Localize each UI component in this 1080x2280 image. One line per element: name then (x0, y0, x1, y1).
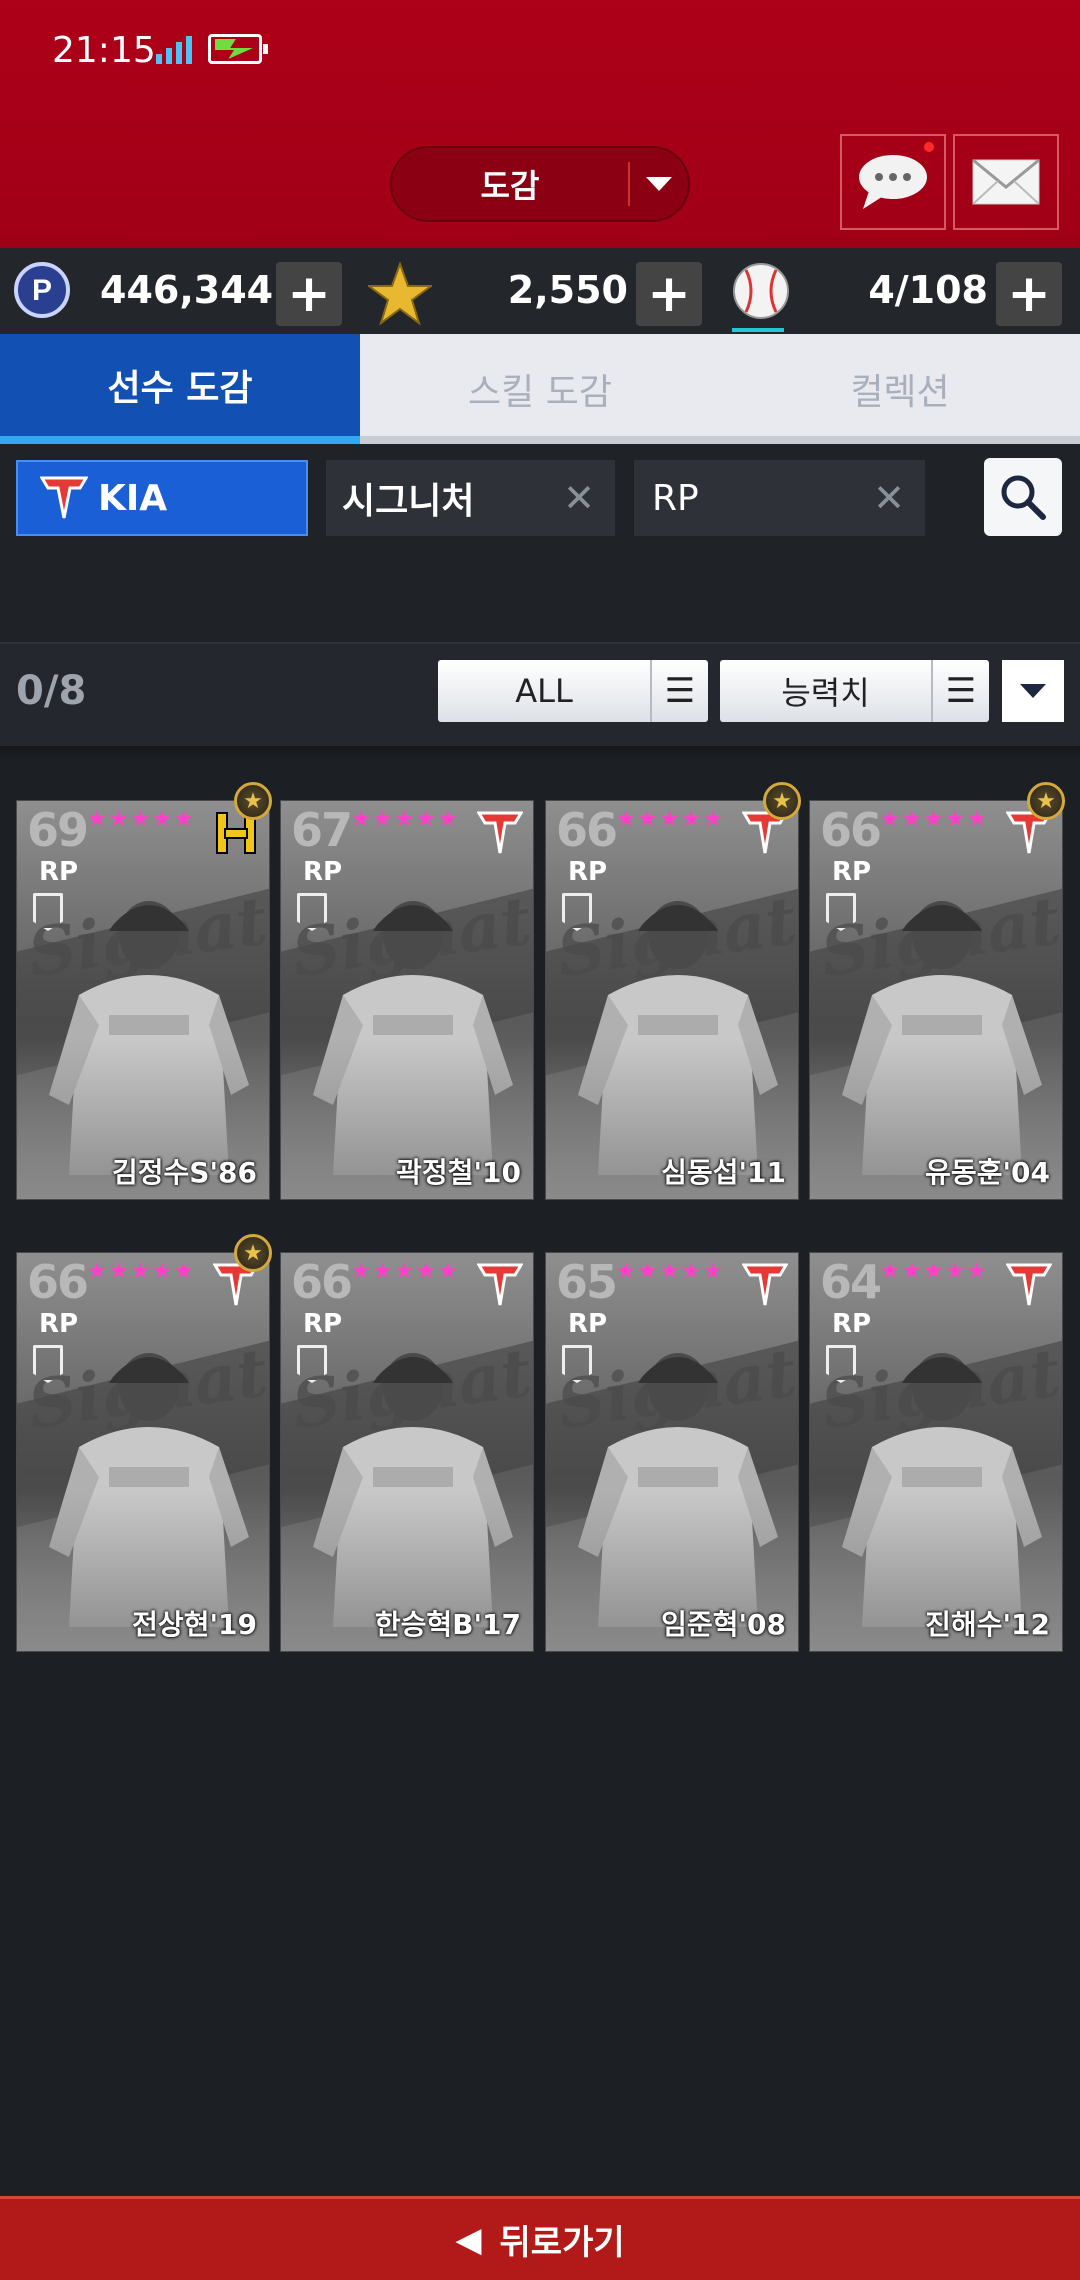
back-label: 뒤로가기 (499, 2223, 625, 2263)
card-position: RP (39, 1309, 79, 1339)
card-stars: ★★★★★ (351, 807, 460, 832)
card-stars: ★★★★★ (616, 1259, 725, 1284)
card-player-name: 진해수'12 (925, 1608, 1050, 1641)
tigers-logo-icon (1006, 1263, 1052, 1306)
card-position: RP (303, 1309, 343, 1339)
card-position: RP (568, 1309, 608, 1339)
gold-star-badge-icon: ★ (763, 782, 801, 820)
card-overall: 66 (820, 803, 882, 857)
player-card[interactable]: Signature66RP★★★★★심동섭'11 (545, 800, 799, 1200)
card-overall: 67 (291, 803, 353, 857)
card-overall: 69 (27, 803, 89, 857)
player-card[interactable]: Signature66RP★★★★★전상현'19 (16, 1252, 270, 1652)
card-overall: 66 (291, 1255, 353, 1309)
card-overall: 66 (556, 803, 618, 857)
player-card-grid: Signature69RP★★★★★김정수S'86★Signature67RP★… (0, 0, 1080, 2280)
card-stars: ★★★★★ (351, 1259, 460, 1284)
card-position: RP (568, 857, 608, 887)
card-position: RP (832, 857, 872, 887)
card-overall: 65 (556, 1255, 618, 1309)
card-stars: ★★★★★ (880, 1259, 989, 1284)
player-card[interactable]: Signature67RP★★★★★곽정철'10 (280, 800, 534, 1200)
card-player-name: 전상현'19 (132, 1608, 257, 1641)
gold-star-badge-icon: ★ (1027, 782, 1065, 820)
card-overall: 64 (820, 1255, 882, 1309)
card-player-name: 임준혁'08 (661, 1608, 786, 1641)
card-position: RP (832, 1309, 872, 1339)
tigers-logo-icon (742, 1263, 788, 1306)
player-card[interactable]: Signature66RP★★★★★유동훈'04 (809, 800, 1063, 1200)
card-player-name: 유동훈'04 (925, 1156, 1050, 1189)
back-arrow-icon: ◀ (455, 2219, 482, 2260)
gold-star-badge-icon: ★ (234, 782, 272, 820)
player-card[interactable]: Signature66RP★★★★★한승혁B'17 (280, 1252, 534, 1652)
card-stars: ★★★★★ (616, 807, 725, 832)
card-stars: ★★★★★ (87, 1259, 196, 1284)
player-card[interactable]: Signature64RP★★★★★진해수'12 (809, 1252, 1063, 1652)
gold-star-badge-icon: ★ (234, 1234, 272, 1272)
card-player-name: 한승혁B'17 (374, 1608, 521, 1641)
card-stars: ★★★★★ (880, 807, 989, 832)
card-position: RP (39, 857, 79, 887)
card-player-name: 김정수S'86 (112, 1156, 257, 1189)
player-card[interactable]: Signature65RP★★★★★임준혁'08 (545, 1252, 799, 1652)
tigers-logo-icon (477, 1263, 523, 1306)
player-card[interactable]: Signature69RP★★★★★김정수S'86 (16, 800, 270, 1200)
card-player-name: 곽정철'10 (396, 1156, 521, 1189)
card-overall: 66 (27, 1255, 89, 1309)
tigers-logo-icon (477, 811, 523, 854)
back-button[interactable]: ◀ 뒤로가기 (0, 2196, 1080, 2280)
card-position: RP (303, 857, 343, 887)
card-player-name: 심동섭'11 (661, 1156, 786, 1189)
card-stars: ★★★★★ (87, 807, 196, 832)
